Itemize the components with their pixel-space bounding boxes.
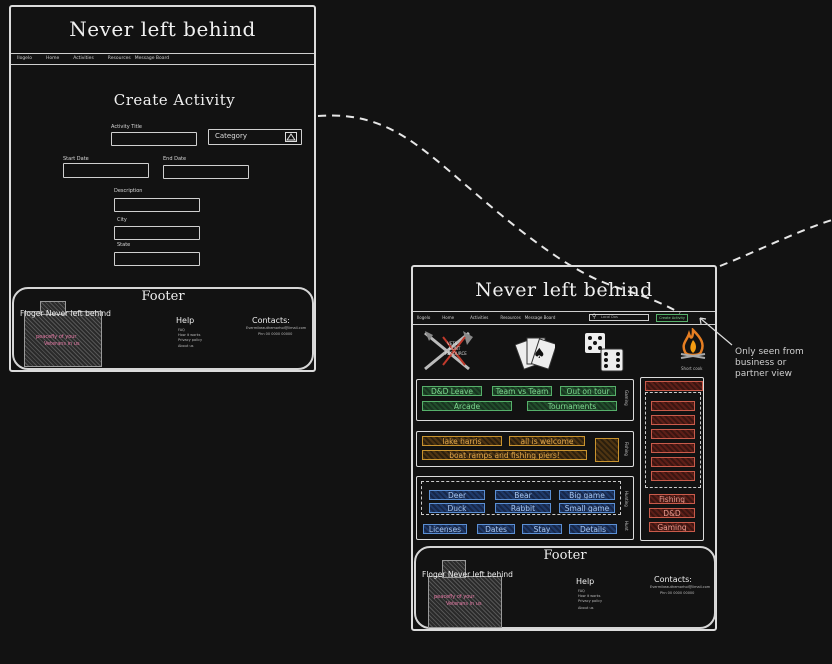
- sidebar-icon: [645, 381, 703, 391]
- tag-boat-ramps[interactable]: boat ramps and fishing piers!: [422, 450, 587, 460]
- hunting-side-label: Hunting: [624, 491, 629, 507]
- tag-details[interactable]: Details: [569, 524, 617, 534]
- footer-pink-line-2: Veterans in us: [44, 341, 80, 347]
- end-date-label: End Date: [163, 156, 187, 162]
- tag-tournaments[interactable]: Tournaments: [527, 401, 617, 411]
- hunting-side-label-2: Hunt: [624, 521, 629, 531]
- tag-small-game[interactable]: Small game: [559, 503, 615, 513]
- tag-bear[interactable]: Bear: [495, 490, 551, 500]
- help-title: Help: [576, 577, 595, 586]
- tag-arcade[interactable]: Arcade: [422, 401, 512, 411]
- campfire-icon: [680, 328, 706, 359]
- search-placeholder: Local Dos: [601, 315, 618, 319]
- sidebar-slot-3[interactable]: [651, 429, 695, 439]
- triangle-icon: [285, 132, 297, 142]
- crossed-axes-icon: VETS HUNT RESOURCE: [424, 331, 473, 371]
- description-label: Description: [114, 188, 143, 194]
- nav-activities[interactable]: Activities: [470, 315, 488, 320]
- category-value: Category: [215, 132, 247, 140]
- nav-resources[interactable]: Resources: [108, 56, 131, 61]
- search-icon: ⚲: [592, 313, 597, 320]
- city-label: City: [117, 217, 127, 223]
- tag-rabbit[interactable]: Rabbit: [495, 503, 551, 513]
- sidebar-slot-6[interactable]: [651, 471, 695, 481]
- help-about[interactable]: About us: [578, 605, 594, 611]
- campfire-caption: Short cook: [681, 366, 703, 371]
- tag-fishing[interactable]: Fishing: [649, 494, 695, 504]
- fishing-side-label: Fishing: [624, 442, 629, 456]
- hunting-panel: Deer Bear Big game Duck Rabbit Small gam…: [416, 476, 634, 540]
- gaming-side-label: Gaming: [624, 390, 629, 406]
- tag-dates[interactable]: Dates: [477, 524, 515, 534]
- tag-deer[interactable]: Deer: [429, 490, 485, 500]
- create-activity-page: Never left behind Ilogelo Home Activitie…: [9, 5, 316, 372]
- footer-brand: Floger Never left behind: [20, 309, 111, 318]
- state-label: State: [117, 242, 131, 248]
- nav-logo[interactable]: Ilogelo: [417, 315, 430, 320]
- nav-message-board[interactable]: Message Board: [525, 315, 556, 320]
- tag-gaming[interactable]: Gaming: [649, 522, 695, 532]
- red-sidebar: Fishing D&D Gaming: [640, 377, 704, 541]
- nav-message-board[interactable]: Message Board: [135, 56, 169, 61]
- create-activity-button[interactable]: Create Activity: [656, 314, 688, 322]
- sidebar-slot-2[interactable]: [651, 415, 695, 425]
- nav-home[interactable]: Home: [442, 315, 454, 320]
- description-input[interactable]: [114, 198, 200, 212]
- dice-icon: [585, 333, 624, 372]
- help-about[interactable]: About us: [178, 343, 194, 349]
- tag-dnd-leave[interactable]: D&D Leave: [422, 386, 482, 396]
- nav-home[interactable]: Home: [46, 56, 59, 61]
- fishing-thumbnail: [595, 438, 619, 462]
- tag-all-is-welcome[interactable]: all is welcome: [509, 436, 585, 446]
- contacts-title: Contacts:: [654, 575, 692, 584]
- tag-stay[interactable]: Stay: [522, 524, 562, 534]
- annotation-note: Only seen from business or partner view: [735, 347, 804, 379]
- nav-resources[interactable]: Resources: [500, 315, 520, 320]
- footer-pink-line-2: Veterans in us: [446, 601, 482, 607]
- svg-text:♠: ♠: [533, 346, 546, 362]
- help-title: Help: [176, 316, 195, 325]
- contacts-title: Contacts:: [252, 316, 290, 325]
- tag-duck[interactable]: Duck: [429, 503, 485, 513]
- sidebar-slot-5[interactable]: [651, 457, 695, 467]
- page-title: Never left behind: [475, 279, 653, 301]
- dashed-connector-right: [719, 219, 832, 267]
- start-date-input[interactable]: [63, 163, 149, 178]
- activity-title-label: Activity Title: [111, 124, 143, 130]
- footer-pink-line-1: peacefly of your: [36, 334, 77, 340]
- nav-bar: Ilogelo Home Activities Resources Messag…: [17, 56, 183, 61]
- start-date-label: Start Date: [63, 156, 89, 162]
- category-select[interactable]: Category: [208, 129, 302, 145]
- tag-dnd[interactable]: D&D: [649, 508, 695, 518]
- tag-licenses[interactable]: Licenses: [423, 524, 467, 534]
- form-title: Create Activity: [113, 91, 236, 109]
- footer-brand: Floger Never left behind: [422, 570, 513, 579]
- playing-cards-icon: ♠: [515, 337, 555, 370]
- help-privacy[interactable]: Privacy policy: [578, 598, 602, 604]
- state-input[interactable]: [114, 252, 200, 266]
- sidebar-slot-4[interactable]: [651, 443, 695, 453]
- page-title: Never left behind: [69, 17, 256, 41]
- tag-team-vs-team[interactable]: Team vs Team: [492, 386, 552, 396]
- sidebar-slot-1[interactable]: [651, 401, 695, 411]
- footer: Footer Floger Never left behind peacefly…: [414, 546, 716, 629]
- footer-pink-line-1: peacefly of your: [434, 594, 475, 600]
- contacts-phone: Phn 00 0000 00000: [258, 332, 293, 336]
- contacts-phone: Phn 00 0000 00000: [660, 591, 695, 595]
- tag-big-game[interactable]: Big game: [559, 490, 615, 500]
- footer: Footer Floger Never left behind peacefly…: [12, 287, 314, 370]
- city-input[interactable]: [114, 226, 200, 240]
- nav-activities[interactable]: Activities: [73, 56, 94, 61]
- search-input[interactable]: ⚲ Local Dos: [589, 313, 649, 321]
- tag-out-on-tour[interactable]: Out on tour: [560, 386, 616, 396]
- gaming-panel: D&D Leave Team vs Team Out on tour Arcad…: [416, 379, 634, 421]
- nav-logo[interactable]: Ilogelo: [17, 56, 32, 61]
- nav-bar: Ilogelo Home Activities Resources Messag…: [417, 315, 569, 320]
- tag-lake-harris[interactable]: lake harris: [422, 436, 502, 446]
- activity-title-input[interactable]: [111, 132, 197, 146]
- graffiti-text-3: RESOURCE: [445, 351, 467, 356]
- end-date-input[interactable]: [163, 165, 249, 179]
- activities-page: Never left behind Ilogelo Home Activitie…: [411, 265, 717, 631]
- fishing-panel: lake harris all is welcome boat ramps an…: [416, 431, 634, 467]
